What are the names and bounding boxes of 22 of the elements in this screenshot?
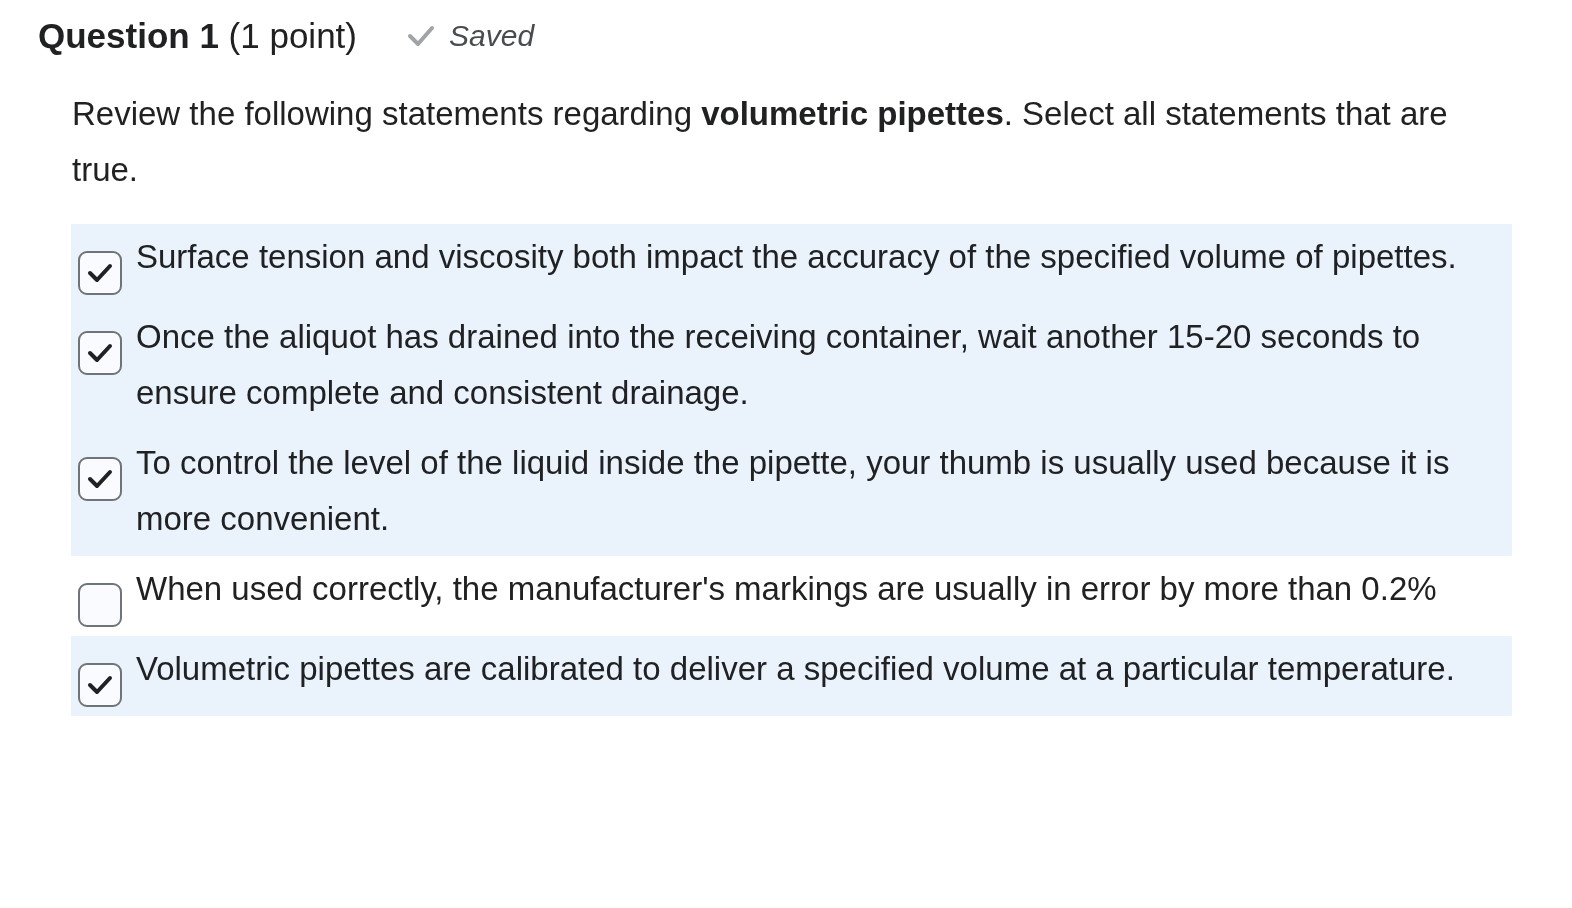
answer-option[interactable]: Volumetric pipettes are calibrated to deliver a specified volume at a particular temperature.: [71, 636, 1512, 716]
option-text: When used correctly, the manufacturer's markings are usually in error by more than 0.2%: [136, 569, 1438, 609]
checkbox[interactable]: [78, 331, 122, 375]
option-text: Surface tension and viscosity both impact the accuracy of the specified volume of pipettes.: [136, 237, 1458, 277]
option-text: Volumetric pipettes are calibrated to deliver a specified volume at a particular temperature.: [136, 649, 1456, 689]
option-text: To control the level of the liquid inside the pipette, your thumb is usually used because it is more convenient.: [136, 443, 1451, 539]
checkbox[interactable]: [78, 663, 122, 707]
saved-status: Saved: [449, 19, 535, 53]
option-text: Once the aliquot has drained into the receiving container, wait another 15-20 seconds to ensure complete and consistent drainage.: [136, 317, 1422, 413]
answer-option[interactable]: Once the aliquot has drained into the receiving container, wait another 15-20 seconds to ensure complete and consistent drainage.: [71, 304, 1512, 430]
question-prompt: Review the following statements regarding volumetric pipettes. Select all statements that are true.: [72, 94, 1449, 190]
checkbox[interactable]: [78, 457, 122, 501]
answer-option[interactable]: To control the level of the liquid inside the pipette, your thumb is usually used because it is more convenient.: [71, 430, 1512, 556]
checkmark-icon: [87, 469, 113, 489]
question-title: Question 1 (1 point): [38, 16, 357, 56]
checkmark-icon: [407, 25, 435, 47]
checkbox[interactable]: [78, 583, 122, 627]
checkmark-icon: [87, 675, 113, 695]
checkbox[interactable]: [78, 251, 122, 295]
checkmark-icon: [87, 263, 113, 283]
checkmark-icon: [87, 343, 113, 363]
answer-option[interactable]: Surface tension and viscosity both impact the accuracy of the specified volume of pipettes.: [71, 224, 1512, 304]
